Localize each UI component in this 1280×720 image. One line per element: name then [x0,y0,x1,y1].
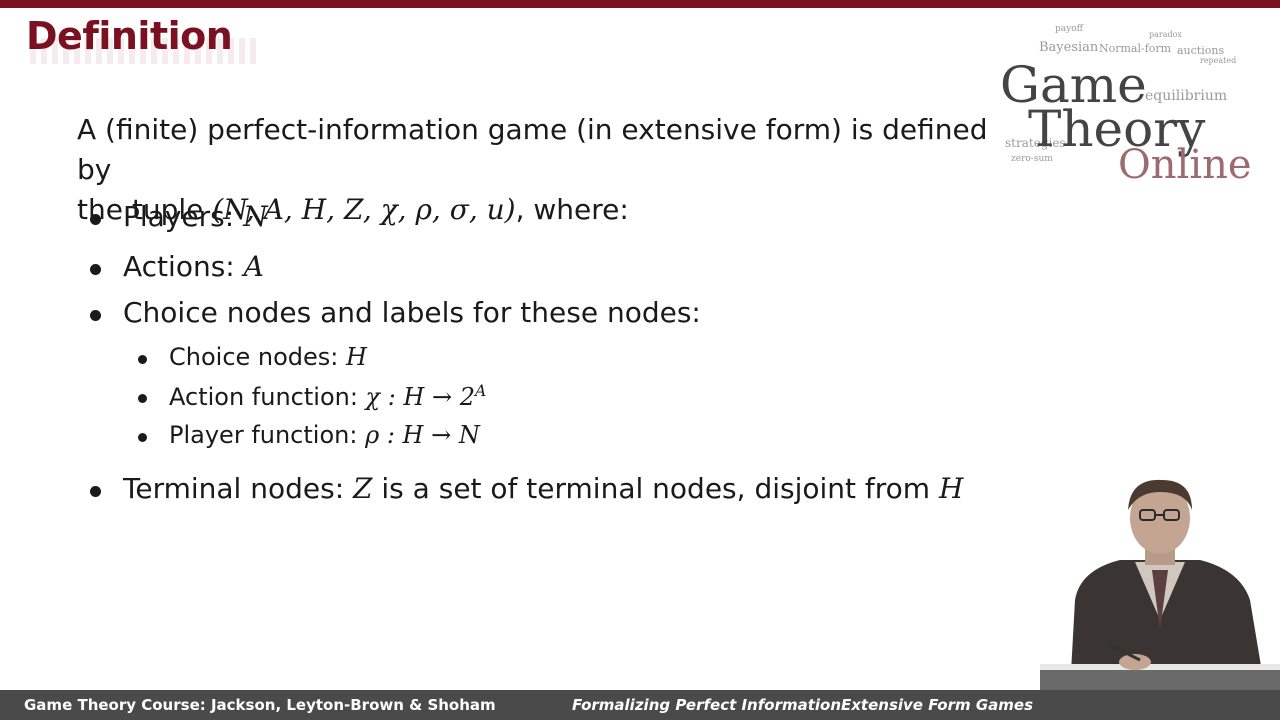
cloud-word: Normal-form [1099,42,1172,55]
footer-bar: Game Theory Course: Jackson, Leyton-Brow… [0,690,1280,720]
bullet-math: Z [353,472,373,505]
logo-online: Online [1118,142,1252,188]
bullet-actions: Actions: A [90,250,990,290]
bullet-terminal-nodes: Terminal nodes: Z is a set of terminal n… [90,472,990,512]
top-accent-bar [0,0,1280,8]
bullet-choice-nodes: Choice nodes and labels for these nodes: [90,296,990,336]
footer-course: Game Theory Course: Jackson, Leyton-Brow… [24,696,496,714]
subbullet-label: Player function: [169,421,366,449]
subbullet-action-function: Action function: χ : H → 2A [138,382,938,416]
presenter-video [1040,470,1280,690]
subbullet-label: Action function: [169,383,366,411]
bullet-math-2: H [938,472,964,505]
subbullet-dot [138,394,147,403]
bullet-dot [90,310,101,321]
cloud-word: paradox [1149,30,1182,39]
bullet-math: N [243,200,268,233]
subbullet-math: H [346,343,367,371]
cloud-word: repeated [1200,56,1237,65]
bullet-label: Actions: [123,250,244,283]
subbullet-dot [138,355,147,364]
intro-text: A (finite) perfect-information game (in … [77,113,988,186]
bullet-dot [90,214,101,225]
bullet-players: Players: N [90,200,990,240]
slide-title: Definition [26,14,233,58]
cloud-word: payoff [1055,24,1084,34]
subbullet-dot [138,433,147,442]
bullet-math: A [243,250,264,283]
subbullet-label: Choice nodes: [169,343,347,371]
subbullet-choice-nodes: Choice nodes: H [138,343,938,377]
cloud-word: Bayesian [1039,40,1099,55]
game-theory-online-logo: payoff Bayesian Normal-form auctions par… [995,20,1260,190]
bullet-label: Choice nodes and labels for these nodes: [123,296,701,329]
bullet-rest: is a set of terminal nodes, disjoint fro… [372,472,939,505]
bullet-label: Players: [123,200,244,233]
subbullet-math: ρ : H → N [365,421,480,449]
subbullet-math: χ : H → 2 [365,383,475,411]
footer-lecture: Formalizing Perfect InformationExtensive… [572,696,1034,714]
bullet-dot [90,486,101,497]
bullet-label: Terminal nodes: [123,472,354,505]
bullet-dot [90,264,101,275]
subbullet-superscript: A [475,382,487,400]
subbullet-player-function: Player function: ρ : H → N [138,421,938,455]
